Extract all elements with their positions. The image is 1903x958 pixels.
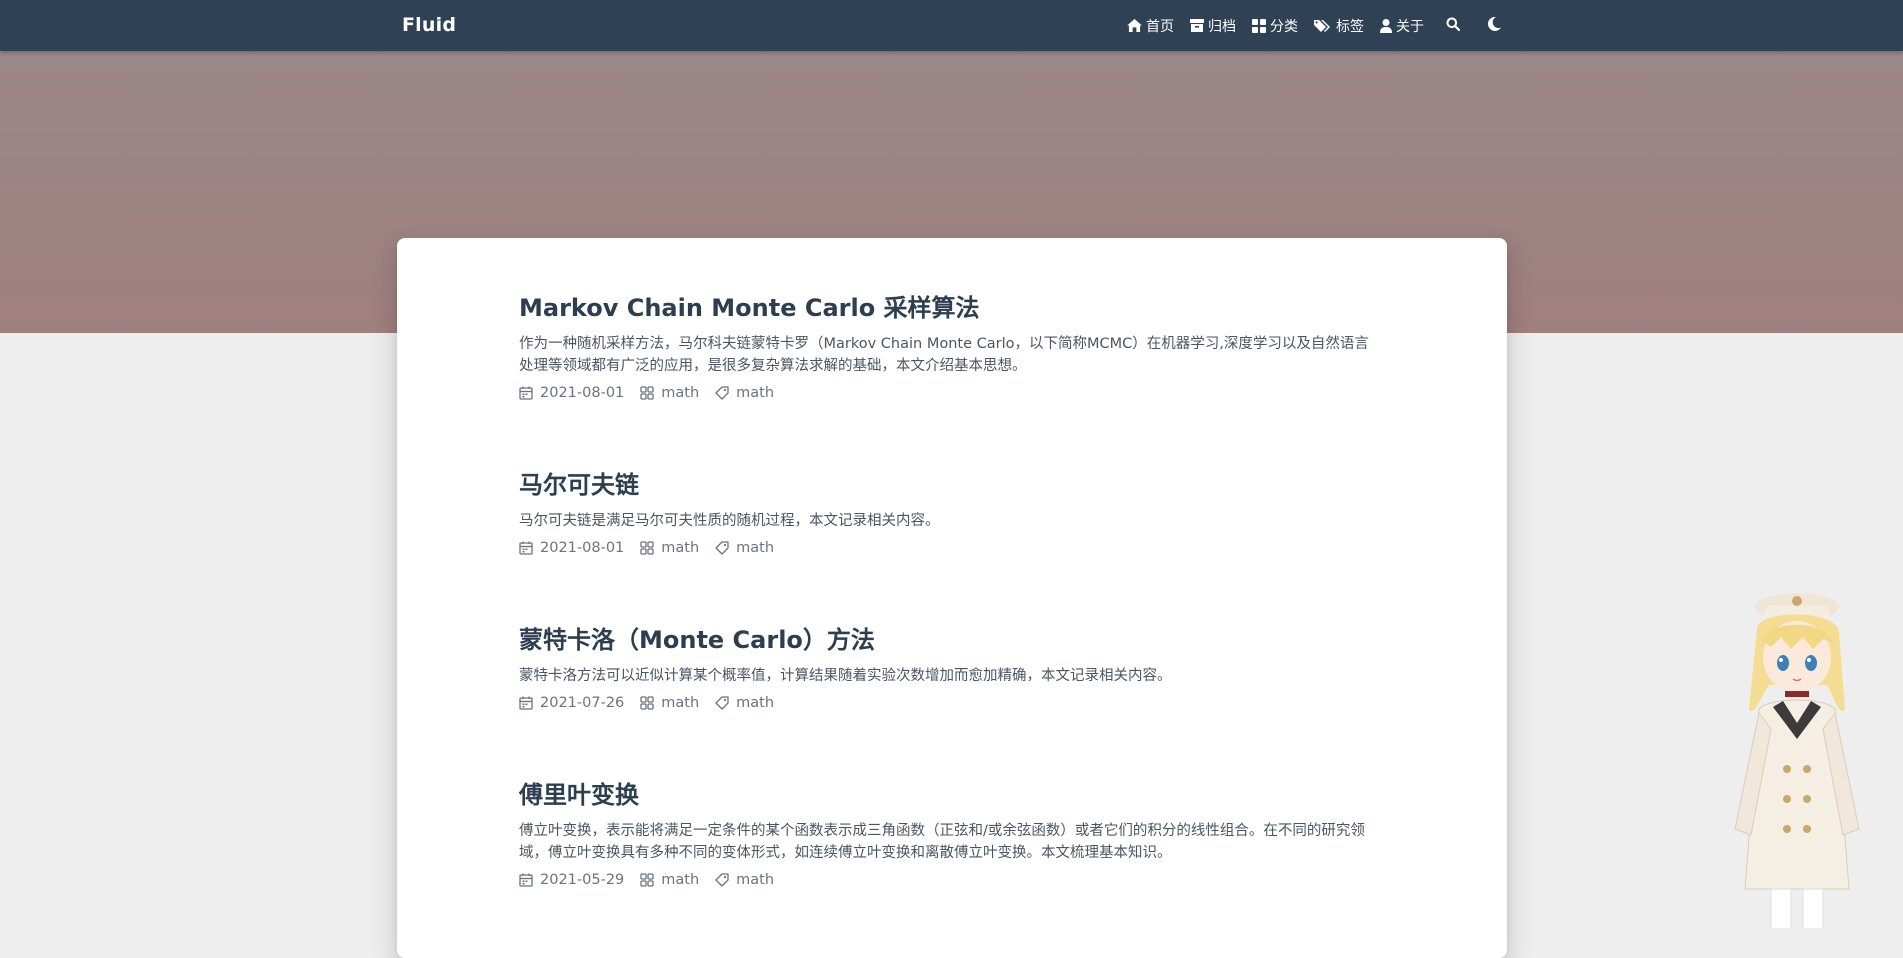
post-category[interactable]: math bbox=[640, 695, 699, 711]
post-date-text: 2021-07-26 bbox=[540, 695, 624, 711]
nav-item-label: 首页 bbox=[1146, 16, 1174, 36]
post-meta: 2021-08-01 math math bbox=[519, 385, 1379, 401]
nav-item-label: 关于 bbox=[1396, 16, 1424, 36]
archive-icon bbox=[1190, 19, 1204, 32]
categories-icon bbox=[1252, 19, 1266, 33]
post-date-text: 2021-05-29 bbox=[540, 872, 624, 888]
post-item: 马尔可夫链 马尔可夫链是满足马尔可夫性质的随机过程，本文记录相关内容。 2021… bbox=[519, 471, 1379, 556]
nav-item-tags[interactable]: 标签 bbox=[1314, 16, 1364, 36]
post-date: 2021-07-26 bbox=[519, 695, 624, 711]
category-icon bbox=[640, 541, 654, 555]
mascot-character-icon bbox=[1699, 589, 1879, 929]
post-tag-text: math bbox=[736, 385, 774, 401]
tag-icon bbox=[715, 696, 729, 710]
post-category-text: math bbox=[661, 872, 699, 888]
post-meta: 2021-08-01 math math bbox=[519, 540, 1379, 556]
calendar-icon bbox=[519, 873, 533, 887]
post-excerpt[interactable]: 马尔可夫链是满足马尔可夫性质的随机过程，本文记录相关内容。 bbox=[519, 510, 1379, 532]
post-date-text: 2021-08-01 bbox=[540, 385, 624, 401]
post-excerpt[interactable]: 傅立叶变换，表示能将满足一定条件的某个函数表示成三角函数（正弦和/或余弦函数）或… bbox=[519, 820, 1379, 864]
home-icon bbox=[1127, 19, 1142, 32]
post-tag-text: math bbox=[736, 872, 774, 888]
post-tag-text: math bbox=[736, 695, 774, 711]
post-item: 蒙特卡洛（Monte Carlo）方法 蒙特卡洛方法可以近似计算某个概率值，计算… bbox=[519, 626, 1379, 711]
tag-icon bbox=[715, 541, 729, 555]
post-item: Markov Chain Monte Carlo 采样算法 作为一种随机采样方法… bbox=[519, 294, 1379, 401]
post-category-text: math bbox=[661, 540, 699, 556]
brand-logo[interactable]: Fluid bbox=[402, 14, 456, 36]
post-date: 2021-08-01 bbox=[519, 385, 624, 401]
calendar-icon bbox=[519, 386, 533, 400]
nav-item-archive[interactable]: 归档 bbox=[1190, 16, 1236, 36]
user-icon bbox=[1380, 19, 1392, 33]
post-category-text: math bbox=[661, 695, 699, 711]
post-category[interactable]: math bbox=[640, 540, 699, 556]
calendar-icon bbox=[519, 696, 533, 710]
post-date: 2021-05-29 bbox=[519, 872, 624, 888]
post-date: 2021-08-01 bbox=[519, 540, 624, 556]
post-list-board: Markov Chain Monte Carlo 采样算法 作为一种随机采样方法… bbox=[397, 238, 1507, 958]
post-category-text: math bbox=[661, 385, 699, 401]
search-icon bbox=[1446, 16, 1460, 35]
nav-item-categories[interactable]: 分类 bbox=[1252, 16, 1298, 36]
nav-item-about[interactable]: 关于 bbox=[1380, 16, 1424, 36]
moon-icon bbox=[1488, 16, 1501, 35]
category-icon bbox=[640, 696, 654, 710]
tags-icon bbox=[1314, 19, 1332, 33]
live2d-mascot[interactable] bbox=[1699, 589, 1879, 929]
post-title[interactable]: Markov Chain Monte Carlo 采样算法 bbox=[519, 294, 1379, 323]
post-category[interactable]: math bbox=[640, 872, 699, 888]
post-meta: 2021-05-29 math math bbox=[519, 872, 1379, 888]
post-tag-text: math bbox=[736, 540, 774, 556]
post-tag[interactable]: math bbox=[715, 385, 774, 401]
post-tag[interactable]: math bbox=[715, 872, 774, 888]
nav-item-home[interactable]: 首页 bbox=[1127, 16, 1174, 36]
search-button[interactable] bbox=[1440, 16, 1466, 35]
tag-icon bbox=[715, 873, 729, 887]
tag-icon bbox=[715, 386, 729, 400]
category-icon bbox=[640, 386, 654, 400]
post-title[interactable]: 蒙特卡洛（Monte Carlo）方法 bbox=[519, 626, 1379, 655]
calendar-icon bbox=[519, 541, 533, 555]
navbar: Fluid 首页 归档 分类 标签 bbox=[0, 0, 1903, 51]
post-category[interactable]: math bbox=[640, 385, 699, 401]
post-meta: 2021-07-26 math math bbox=[519, 695, 1379, 711]
theme-toggle-button[interactable] bbox=[1482, 16, 1507, 35]
post-title[interactable]: 傅里叶变换 bbox=[519, 781, 1379, 810]
post-tag[interactable]: math bbox=[715, 695, 774, 711]
post-item: 傅里叶变换 傅立叶变换，表示能将满足一定条件的某个函数表示成三角函数（正弦和/或… bbox=[519, 781, 1379, 888]
nav-item-label: 标签 bbox=[1336, 16, 1364, 36]
post-excerpt[interactable]: 作为一种随机采样方法，马尔科夫链蒙特卡罗（Markov Chain Monte … bbox=[519, 333, 1379, 377]
nav-menu: 首页 归档 分类 标签 关于 bbox=[1127, 0, 1507, 51]
post-date-text: 2021-08-01 bbox=[540, 540, 624, 556]
nav-item-label: 归档 bbox=[1208, 16, 1236, 36]
post-tag[interactable]: math bbox=[715, 540, 774, 556]
post-excerpt[interactable]: 蒙特卡洛方法可以近似计算某个概率值，计算结果随着实验次数增加而愈加精确，本文记录… bbox=[519, 665, 1379, 687]
post-title[interactable]: 马尔可夫链 bbox=[519, 471, 1379, 500]
category-icon bbox=[640, 873, 654, 887]
nav-item-label: 分类 bbox=[1270, 16, 1298, 36]
